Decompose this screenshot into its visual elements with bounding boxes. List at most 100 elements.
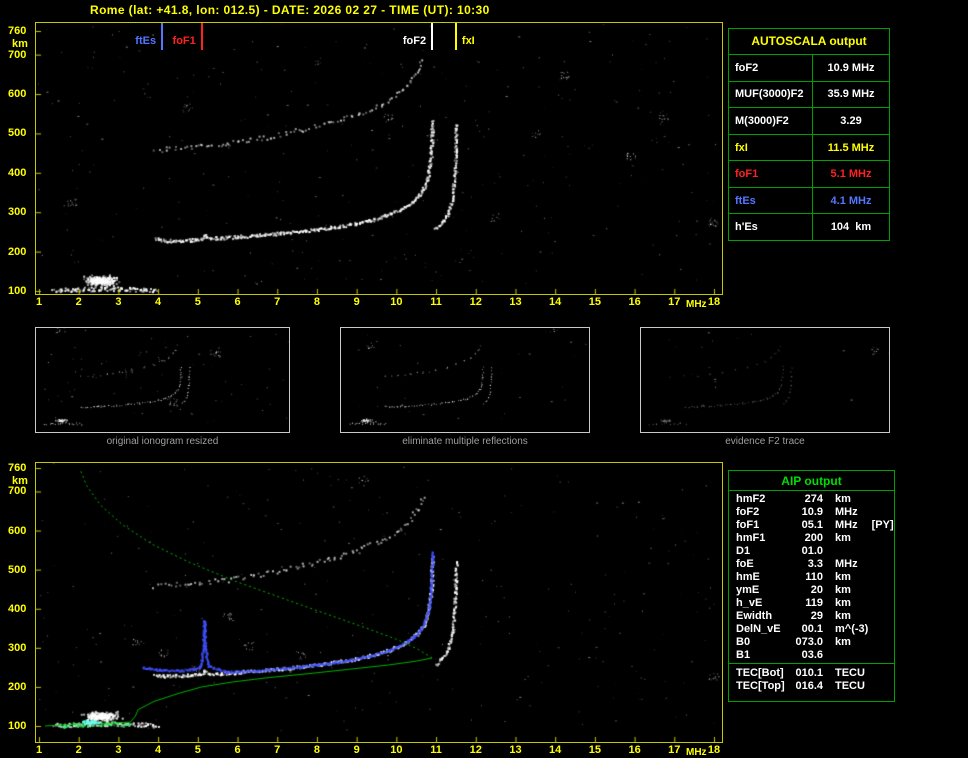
- x-axis-tick-label: 13: [509, 296, 522, 308]
- x-axis-tick-label: 12: [469, 296, 482, 308]
- aip-row-unit: TECU: [835, 666, 865, 679]
- x-axis-tick-label: 18: [707, 296, 721, 308]
- marker-label-foF1: foF1: [172, 35, 196, 47]
- y-axis-tick-label: 700: [8, 48, 27, 61]
- thumbnail-multiple-reflections-canvas: [341, 328, 589, 432]
- aip-row-label: TEC[Top]: [736, 679, 785, 692]
- aip-row: foF1 05.1 MHz [PY]: [729, 518, 894, 531]
- aip-row: h_vE 119 km: [729, 596, 894, 609]
- x-axis-tick-label: 15: [588, 744, 601, 756]
- y-axis-tick-label: 300: [8, 206, 27, 219]
- autoscala-row-label: foF2: [729, 55, 813, 81]
- aip-table-rows: hmF2 274 km foF2 10.9 MHz foF1 05.1 MHz [PY] hmF1 2…: [729, 491, 894, 692]
- x-axis-tick-label: 15: [588, 296, 601, 308]
- aip-row: DelN_vE 00.1 m^(-3): [729, 622, 894, 635]
- autoscala-row: foF2 10.9 MHz: [729, 55, 889, 82]
- x-axis-tick-label: 5: [194, 744, 201, 756]
- autoscala-row-label: MUF(3000)F2: [729, 81, 813, 108]
- aip-row-unit: km: [835, 531, 851, 544]
- autoscala-table-rows: foF2 10.9 MHz MUF(3000)F2 35.9 MHz M(3000)F2…: [729, 55, 889, 241]
- autoscala-row-value: 104 km: [830, 221, 872, 234]
- aip-row: TEC[Bot] 010.1 TECU: [729, 666, 894, 679]
- autoscala-row-value: 4.1 MHz: [830, 194, 872, 207]
- marker-line-fxI: [454, 23, 457, 50]
- thumbnail-caption-reflections: eliminate multiple reflections: [402, 436, 528, 447]
- aip-row-unit: MHz: [835, 505, 858, 518]
- aip-row: foE 3.3 MHz: [729, 557, 894, 570]
- y-axis-tick-label: 600: [8, 524, 27, 537]
- autoscala-row: M(3000)F2 3.29: [729, 108, 889, 135]
- autoscala-row-value: 3.29: [840, 114, 862, 127]
- aip-row-unit: km: [835, 492, 851, 505]
- aip-row-value: 03.6: [801, 648, 823, 661]
- aip-row-value: 3.3: [807, 557, 823, 570]
- aip-row-unit: MHz: [835, 557, 858, 570]
- x-axis-tick-label: 7: [274, 744, 281, 756]
- aip-table-header: AIP output: [729, 471, 894, 491]
- aip-row-value: 05.1: [801, 518, 823, 531]
- autoscala-row: MUF(3000)F2 35.9 MHz: [729, 81, 889, 109]
- aip-row: hmE 110 km: [729, 570, 894, 583]
- x-axis-tick-label: 1: [35, 744, 43, 756]
- x-axis-tick-label: 9: [353, 744, 360, 756]
- aip-row-label: hmE: [736, 570, 760, 583]
- aip-row-value: 016.4: [795, 679, 823, 692]
- x-axis-tick-label: 14: [549, 744, 562, 756]
- x-axis-unit-label: MHz: [686, 747, 707, 758]
- aip-row-label: foF2: [736, 505, 760, 518]
- x-axis-tick-label: 10: [390, 744, 403, 756]
- autoscala-row-value: 10.9 MHz: [827, 61, 875, 74]
- aip-row-label: h_vE: [736, 596, 763, 609]
- y-axis-tick-label: 400: [8, 602, 27, 615]
- autoscala-row-label: fxI: [729, 134, 813, 161]
- x-axis-tick-label: 2: [75, 296, 82, 308]
- autoscala-table-header: AUTOSCALA output: [729, 29, 889, 55]
- aip-row-label: B1: [736, 648, 751, 661]
- aip-row-value: 00.1: [801, 622, 823, 635]
- aip-row-label: foE: [736, 557, 754, 570]
- aip-row-value: 29: [810, 609, 823, 622]
- x-axis-tick-label: 6: [234, 296, 241, 308]
- y-axis-tick-label: 760: [8, 462, 27, 474]
- aip-row: ymE 20 km: [729, 583, 894, 596]
- aip-row-extra: [PY]: [871, 518, 894, 531]
- aip-row-label: Ewidth: [736, 609, 773, 622]
- marker-label-ftEs: ftEs: [135, 35, 157, 47]
- y-axis-unit-label: km: [12, 475, 28, 487]
- y-axis-tick-label: 760: [8, 24, 27, 37]
- x-axis-tick-label: 17: [668, 744, 681, 756]
- autoscala-row: foF1 5.1 MHz: [729, 161, 889, 188]
- autoscala-output-table: AUTOSCALA output foF2 10.9 MHz MUF(3000)F2…: [728, 28, 890, 241]
- aip-row-unit: TECU: [835, 679, 865, 692]
- x-axis-tick-label: 11: [430, 296, 442, 308]
- x-axis-tick-label: 10: [390, 296, 403, 308]
- x-axis-tick-label: 11: [430, 744, 442, 756]
- x-axis-tick-label: 17: [668, 296, 681, 308]
- autoscala-row-label: ftEs: [729, 187, 813, 214]
- aip-row-label: DelN_vE: [736, 622, 781, 635]
- aip-row: Ewidth 29 km: [729, 609, 894, 622]
- aip-row-value: 073.0: [795, 635, 823, 648]
- aip-row-label: hmF1: [736, 531, 766, 544]
- aip-row: foF2 10.9 MHz: [729, 505, 894, 518]
- autoscala-row: h'Es 104 km: [729, 214, 889, 241]
- aip-row-unit: MHz: [835, 518, 858, 531]
- aip-row-label: ymE: [736, 583, 760, 596]
- scaled-ionogram-plot: ftEs foF1 foF2 fxI: [35, 22, 723, 295]
- aip-row-value: 119: [805, 596, 823, 609]
- x-axis-tick-label: 9: [353, 296, 360, 308]
- x-axis-tick-label: 13: [509, 744, 522, 756]
- aip-row-value: 01.0: [801, 544, 823, 557]
- x-axis-tick-label: 6: [234, 744, 241, 756]
- x-axis-tick-label: 5: [194, 296, 201, 308]
- x-axis-tick-label: 7: [274, 296, 281, 308]
- aip-row-label: B0: [736, 635, 751, 648]
- marker-line-ftEs: [161, 23, 164, 50]
- scaled-ionogram-canvas: [36, 23, 722, 294]
- aip-row-label: TEC[Bot]: [736, 666, 784, 679]
- y-axis-tick-label: 300: [8, 641, 27, 654]
- page-title: Rome (lat: +41.8, lon: 012.5) - DATE: 20…: [90, 3, 490, 17]
- aip-row-label: hmF2: [736, 492, 766, 505]
- aip-row-value: 110: [805, 570, 823, 583]
- aip-row-unit: km: [835, 596, 851, 609]
